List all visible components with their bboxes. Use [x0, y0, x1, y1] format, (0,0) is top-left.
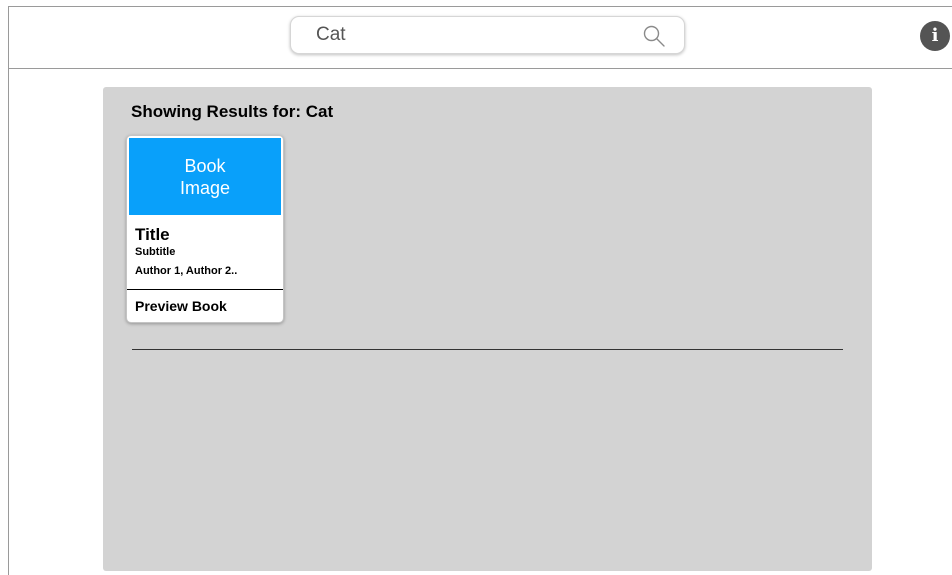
app-window: i Showing Results for: Cat Book Image Ti…	[0, 0, 952, 575]
results-divider	[132, 349, 843, 350]
book-image-placeholder[interactable]: Book Image	[129, 138, 281, 215]
book-subtitle: Subtitle	[135, 246, 176, 258]
search-icon[interactable]	[642, 24, 666, 48]
results-panel: Showing Results for: Cat Book Image Titl…	[103, 87, 872, 571]
info-icon[interactable]: i	[920, 21, 950, 51]
preview-book-button[interactable]: Preview Book	[135, 298, 227, 314]
book-authors: Author 1, Author 2..	[135, 265, 238, 277]
book-title: Title	[135, 225, 170, 244]
results-heading: Showing Results for: Cat	[131, 102, 334, 121]
search-input[interactable]	[316, 23, 636, 47]
book-card[interactable]: Book Image Title Subtitle Author 1, Auth…	[126, 135, 284, 323]
window-border	[8, 69, 9, 575]
book-image-label: Book Image	[179, 155, 231, 198]
search-box[interactable]	[290, 16, 685, 54]
card-divider	[127, 289, 283, 290]
